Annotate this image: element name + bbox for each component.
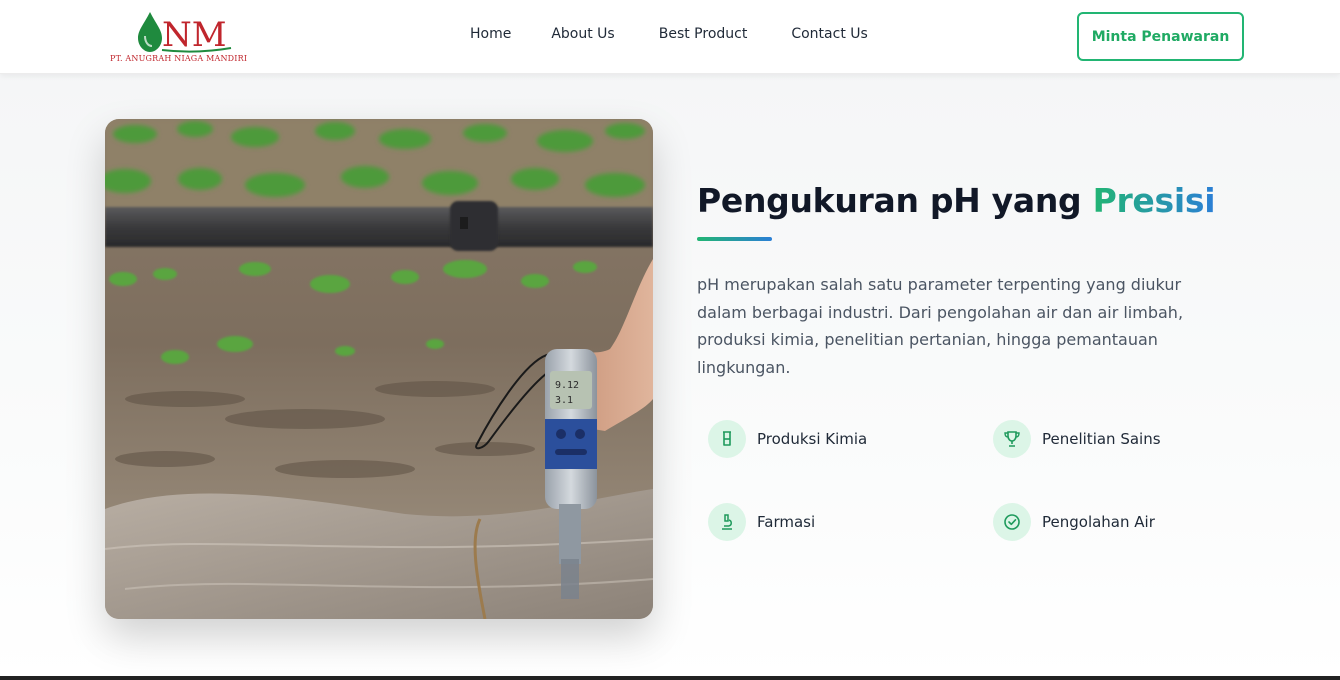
nav-about-us[interactable]: About Us — [551, 26, 614, 42]
nav-contact-us[interactable]: Contact Us — [791, 26, 867, 42]
request-quote-button[interactable]: Minta Penawaran — [1077, 12, 1244, 61]
trophy-icon — [993, 420, 1031, 458]
logo-droplet-icon: NM — [138, 12, 232, 54]
logo-company-name: PT. Anugrah Niaga Mandiri — [110, 54, 248, 63]
svg-text:3.1: 3.1 — [555, 395, 573, 406]
feature-label: Penelitian Sains — [1042, 430, 1161, 448]
ph-measurement-section: 9.12 3.1 Pengukuran pH yang Presisi pH m… — [0, 74, 1340, 680]
section-description: pH merupakan salah satu parameter terpen… — [697, 275, 1184, 377]
ph-meter-photo: 9.12 3.1 — [105, 119, 653, 619]
bottom-divider — [0, 676, 1340, 680]
check-circle-icon — [993, 503, 1031, 541]
section-headline: Pengukuran pH yang Presisi — [697, 181, 1216, 220]
feature-label: Pengolahan Air — [1042, 513, 1155, 531]
feature-list: Produksi Kimia Penelitian Sains Farmasi … — [708, 420, 1268, 550]
feature-item-penelitian-sains: Penelitian Sains — [993, 420, 1161, 458]
logo-initials: NM — [162, 15, 227, 54]
feature-item-produksi-kimia: Produksi Kimia — [708, 420, 867, 458]
company-logo[interactable]: NM PT. Anugrah Niaga Mandiri — [110, 8, 260, 66]
headline-underline — [697, 237, 772, 241]
microscope-icon — [708, 503, 746, 541]
feature-item-pengolahan-air: Pengolahan Air — [993, 503, 1155, 541]
main-nav: Home About Us Best Product Contact Us — [470, 26, 908, 42]
svg-text:9.12: 9.12 — [555, 380, 579, 391]
feature-label: Farmasi — [757, 513, 816, 531]
feature-item-farmasi: Farmasi — [708, 503, 815, 541]
ph-meter-field-image: 9.12 3.1 — [105, 119, 653, 619]
nav-best-product[interactable]: Best Product — [659, 26, 748, 42]
beaker-icon — [708, 420, 746, 458]
feature-label: Produksi Kimia — [757, 430, 868, 448]
headline-main-text: Pengukuran pH yang — [697, 181, 1093, 220]
nav-home[interactable]: Home — [470, 26, 511, 42]
site-header: NM PT. Anugrah Niaga Mandiri Home About … — [0, 0, 1340, 74]
headline-accent-text: Presisi — [1092, 181, 1216, 220]
